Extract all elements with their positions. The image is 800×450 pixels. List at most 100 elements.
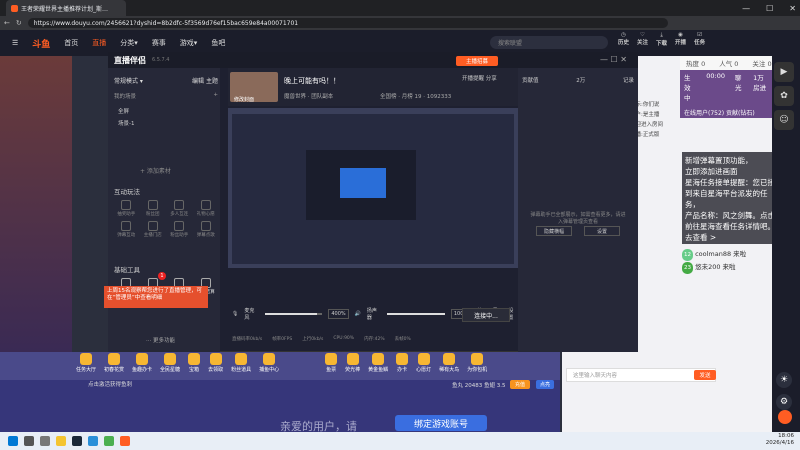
theme-button[interactable]: 主题 xyxy=(206,78,218,85)
room-background xyxy=(0,56,72,352)
tool-item[interactable]: 粉丝团 xyxy=(141,200,166,217)
sidebar-gift-icon[interactable]: ✿ xyxy=(774,86,794,106)
minimize-icon[interactable]: — xyxy=(742,4,750,13)
nav-download[interactable]: ⤓ 下载 xyxy=(656,32,667,47)
contribution-tab[interactable]: 贡献值 xyxy=(522,76,539,84)
gift-item[interactable]: 初春花赏 xyxy=(104,353,124,373)
gift-item[interactable]: 鱼票 xyxy=(325,353,338,373)
nav-item-home[interactable]: 首页 xyxy=(64,38,78,48)
light-up-button[interactable]: 点亮 xyxy=(536,380,554,389)
right-sidebar-buttons: ▶ ✿ ☺ xyxy=(774,62,794,130)
gift-item[interactable]: 任务大厅 xyxy=(76,353,96,373)
manager-warning-tooltip[interactable]: 上周15名观察帮您进行了直播管理，可在“管理员”中查看明细 xyxy=(104,286,208,308)
edit-button[interactable]: 编辑 xyxy=(192,78,204,85)
tool-item[interactable]: 粉丝助手 xyxy=(167,221,192,238)
tool-item[interactable]: 弹幕点歌 xyxy=(194,221,219,238)
maximize-icon[interactable]: ☐ xyxy=(766,4,773,13)
mic-slider[interactable] xyxy=(264,313,323,315)
fan-level-badge: 12 xyxy=(682,249,693,261)
panel-settings-button[interactable]: 设置 xyxy=(584,226,620,236)
tool-item[interactable]: 抽奖助手 xyxy=(114,200,139,217)
add-source-button[interactable]: + 添加素材 xyxy=(140,166,171,175)
settings-icon[interactable]: ⚙ xyxy=(776,394,792,410)
sidebar-user-icon[interactable]: ☺ xyxy=(774,110,794,130)
browser-tab[interactable]: 王者荣耀世界主播推荐计划_斯… xyxy=(6,0,126,16)
right-sidebar-bottom: ☀ ⚙ xyxy=(776,372,792,410)
scene-item[interactable]: 场景-1 xyxy=(118,118,134,130)
speaker-slider[interactable] xyxy=(387,313,445,315)
hide-banner-button[interactable]: 隐藏横幅 xyxy=(536,226,572,236)
nav-follow[interactable]: ♡ 关注 xyxy=(637,32,648,47)
gift-item[interactable]: 稀有大鸟 xyxy=(439,353,459,373)
gift-item[interactable]: 办卡 xyxy=(396,353,409,373)
right-panel-header: 贡献值 2万 记录 xyxy=(522,76,634,84)
add-scene-icon[interactable]: + xyxy=(213,92,218,100)
nav-right: ◷ 历史 ♡ 关注 ⤓ 下载 ◉ 开播 ☑ 任务 xyxy=(618,32,705,47)
explorer-icon[interactable] xyxy=(56,436,66,446)
start-live-button[interactable]: 连接中... xyxy=(462,308,510,322)
url-field[interactable]: https://www.douyu.com/2456621?dyshid=8b2… xyxy=(27,18,668,28)
nav-item-games[interactable]: 游戏▾ xyxy=(180,38,198,48)
bind-account-button[interactable]: 绑定游戏账号 xyxy=(395,415,487,431)
more-functions-button[interactable]: ··· 更多功能 xyxy=(146,336,175,344)
tool-item[interactable]: 主播门店 xyxy=(141,221,166,238)
nav-item-matches[interactable]: 赛事 xyxy=(152,38,166,48)
speaker-icon[interactable]: 🔊 xyxy=(355,311,361,317)
gift-item[interactable]: 鱼趣办卡 xyxy=(132,353,152,373)
nav-item-category[interactable]: 分类▾ xyxy=(120,38,138,48)
douyu-float-icon[interactable] xyxy=(778,410,792,424)
gift-item[interactable]: 荧光棒 xyxy=(345,353,360,373)
taskview-icon[interactable] xyxy=(40,436,50,446)
nav-tasks[interactable]: ☑ 任务 xyxy=(694,32,705,47)
mic-percent[interactable]: 400% xyxy=(328,309,349,319)
view-task-link[interactable]: 去查看 > xyxy=(685,232,775,243)
record-tab[interactable]: 记录 xyxy=(623,76,634,84)
stream-actions[interactable]: 开播提醒 分享 xyxy=(462,74,497,82)
gift-item[interactable]: 宝箱 xyxy=(188,353,201,373)
nav-item-yuba[interactable]: 鱼吧 xyxy=(211,38,225,48)
gift-icon xyxy=(443,353,456,365)
gift-item[interactable]: 黄金鱼鳞 xyxy=(368,353,388,373)
tool-item[interactable]: 弹幕互动 xyxy=(114,221,139,238)
edit-cover-button[interactable]: 修改封面 xyxy=(234,96,254,103)
gift-icon xyxy=(372,353,385,365)
reload-icon[interactable]: ↻ xyxy=(16,19,22,27)
tool-item[interactable]: 礼物心愿 xyxy=(194,200,219,217)
douyu-logo[interactable]: 斗鱼 xyxy=(32,37,50,50)
start-icon[interactable] xyxy=(8,436,18,446)
close-icon[interactable]: ✕ xyxy=(789,4,796,13)
gift-item[interactable]: 捕鱼中心 xyxy=(259,353,279,373)
mode-select[interactable]: 常规模式 ▾ xyxy=(114,76,143,85)
activate-hint[interactable]: 点击激活获得鱼刺 xyxy=(88,380,132,388)
stream-category[interactable]: 魔兽世界 · 团队副本 xyxy=(284,92,333,100)
send-button[interactable]: 发送 xyxy=(694,370,716,380)
brightness-icon[interactable]: ☀ xyxy=(776,372,792,388)
gift-icon xyxy=(80,353,92,365)
gift-item[interactable]: 心愿灯 xyxy=(416,353,431,373)
interactive-heading: 互动玩法 xyxy=(114,188,140,196)
steam-icon[interactable] xyxy=(72,436,82,446)
helper-window-controls[interactable]: — ☐ ✕ xyxy=(600,55,627,64)
chrome-icon[interactable] xyxy=(104,436,114,446)
nav-item-live[interactable]: 直播 xyxy=(92,38,106,48)
nav-broadcast[interactable]: ◉ 开播 xyxy=(675,32,686,47)
online-users[interactable]: 在线用户(752) 贡献(钻石) xyxy=(684,108,768,117)
sidebar-video-icon[interactable]: ▶ xyxy=(774,62,794,82)
stream-title[interactable]: 晚上可能有吗！！ xyxy=(284,76,340,86)
menu-icon[interactable]: ☰ xyxy=(12,39,18,47)
douyu-helper-icon[interactable] xyxy=(120,436,130,446)
nav-history[interactable]: ◷ 历史 xyxy=(618,32,629,47)
gift-item[interactable]: 全民星糖 xyxy=(160,353,180,373)
recruit-button[interactable]: 主播招募 xyxy=(456,56,498,66)
gift-item[interactable]: 去领取 xyxy=(208,353,223,373)
gift-item[interactable]: 粉丝道具 xyxy=(231,353,251,373)
search-input[interactable]: 搜索联盟 xyxy=(490,36,608,49)
scene-item[interactable]: 全屏 xyxy=(118,106,134,118)
back-icon[interactable]: ← xyxy=(4,19,10,27)
mic-icon[interactable]: 🎙 xyxy=(232,311,238,317)
search-icon[interactable] xyxy=(24,436,34,446)
recharge-button[interactable]: 充值 xyxy=(510,380,530,389)
gift-item[interactable]: 为你包机 xyxy=(467,353,487,373)
tool-item[interactable]: 多人互连 xyxy=(167,200,192,217)
edge-icon[interactable] xyxy=(88,436,98,446)
